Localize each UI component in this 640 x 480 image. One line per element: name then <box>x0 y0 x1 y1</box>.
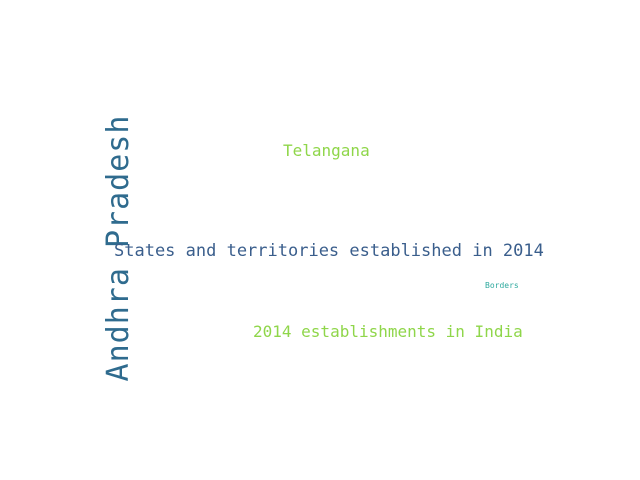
word-states-and-territories: States and territories established in 20… <box>114 241 544 261</box>
word-telangana: Telangana <box>283 141 370 160</box>
word-2014-establishments: 2014 establishments in India <box>253 322 523 341</box>
word-borders: Borders <box>485 281 519 290</box>
